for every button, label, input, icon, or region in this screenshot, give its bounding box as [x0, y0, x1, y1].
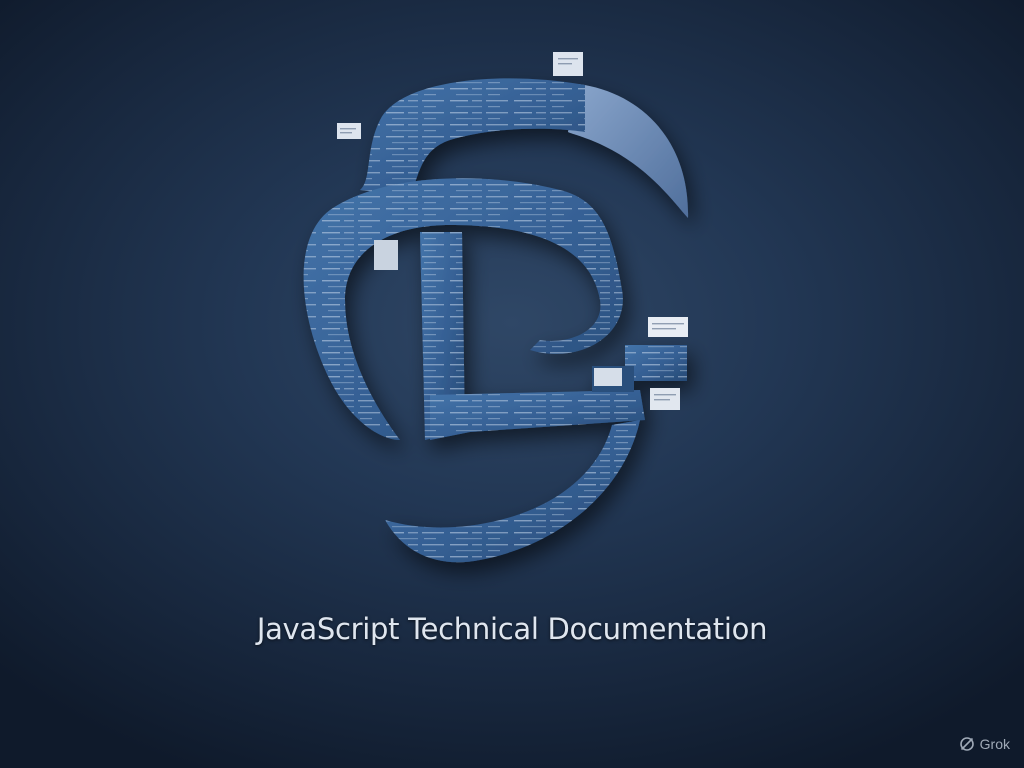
caption-title: JavaScript Technical Documentation — [256, 612, 768, 646]
watermark: Grok — [959, 736, 1010, 752]
js-logo-illustration — [303, 52, 689, 563]
watermark-label: Grok — [979, 736, 1010, 752]
doc-card — [648, 317, 688, 337]
doc-card — [374, 240, 398, 270]
grok-logo-icon — [959, 737, 974, 751]
doc-card — [337, 123, 361, 139]
doc-card — [594, 368, 622, 386]
ribbon-flap-light — [568, 84, 689, 218]
